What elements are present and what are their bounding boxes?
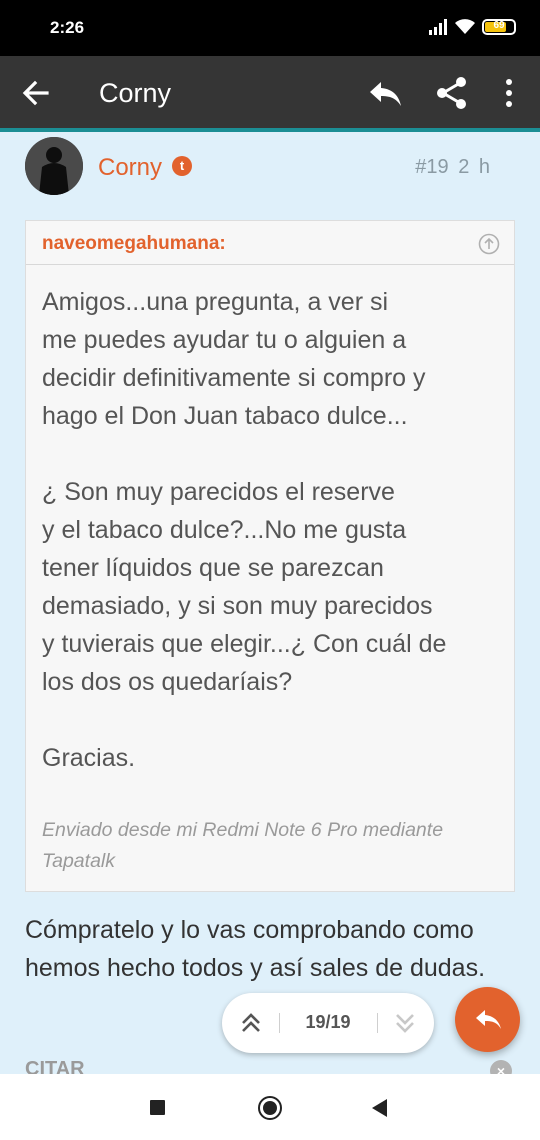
quote-header: naveomegahumana: [26,221,514,265]
status-bar: 2:26 69 [0,0,540,56]
author-name[interactable]: Corny [98,154,162,182]
double-chevron-down-icon[interactable] [392,1010,418,1036]
arrow-up-circle-icon[interactable] [478,233,500,255]
battery-level: 69 [493,19,505,31]
home-icon[interactable] [258,1096,282,1120]
post-content: Cómpratelo y lo vas comprobando como hem… [25,916,486,982]
reply-icon[interactable] [366,75,404,111]
double-chevron-up-icon[interactable] [238,1010,264,1036]
page-counter[interactable]: 19/19 [280,1012,376,1033]
reply-icon [476,1010,501,1029]
divider [377,1013,378,1033]
quote-paragraph: Gracias. [42,744,136,772]
quote-author[interactable]: naveomegahumana: [42,233,226,255]
author-status-badge: t [172,156,192,176]
status-time: 2:26 [50,18,85,37]
page-navigator: 19/19 [222,993,434,1053]
app-bar: Corny [0,56,540,130]
quote-body: Amigos...una pregunta, a ver si me puede… [42,283,510,815]
back-triangle-icon[interactable] [372,1099,387,1117]
quote-paragraph: ¿ Son muy parecidos el reserve y el taba… [42,478,447,696]
arrow-left-icon[interactable] [18,75,54,111]
post-header: Corny t #19 2 h [0,132,540,212]
signal-icon [429,18,447,35]
post-meta: #19 2 h [415,156,490,179]
post-time: 2 h [458,156,490,178]
more-vert-icon[interactable] [496,75,522,111]
share-icon[interactable] [434,75,470,111]
avatar-figure-icon [25,137,83,195]
quote-signature: Enviado desde mi Redmi Note 6 Pro median… [42,819,444,872]
wifi-icon [455,19,475,34]
quote-paragraph: Amigos...una pregunta, a ver si me puede… [42,288,426,430]
avatar[interactable] [25,137,83,195]
recents-icon[interactable] [150,1100,165,1115]
status-icons: 69 [428,18,516,35]
quote-box: naveomegahumana: Amigos...una pregunta, … [25,220,515,892]
reply-fab-button[interactable] [455,987,520,1052]
battery-icon: 69 [482,18,516,35]
system-nav-bar [0,1074,540,1140]
post-number: #19 [415,156,449,178]
page-title: Corny [99,78,172,108]
